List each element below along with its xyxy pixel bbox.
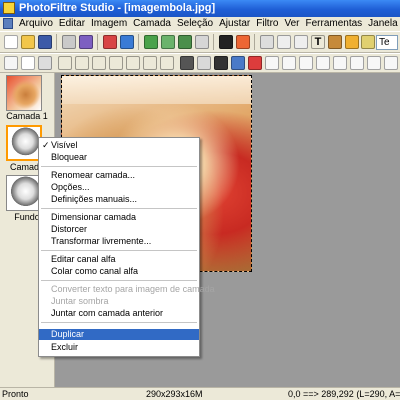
zoom-combo[interactable]: Te bbox=[376, 35, 398, 50]
menu-item-opcoes[interactable]: Opções... bbox=[39, 182, 199, 193]
scanner-icon[interactable] bbox=[79, 35, 93, 49]
copy-icon[interactable] bbox=[260, 35, 274, 49]
document-icon[interactable] bbox=[3, 18, 13, 29]
menu-imagem[interactable]: Imagem bbox=[88, 17, 130, 31]
menu-separator bbox=[41, 166, 197, 167]
menu-separator bbox=[41, 208, 197, 209]
layer-context-menu: ✓ Visível Bloquear Renomear camada... Opç… bbox=[38, 137, 215, 357]
drop-alt-icon[interactable] bbox=[384, 56, 398, 70]
gamma-icon[interactable] bbox=[126, 56, 140, 70]
image-size-readout: 290x293x16M bbox=[146, 389, 203, 399]
contrast-icon[interactable] bbox=[92, 56, 106, 70]
menu-arquivo[interactable]: Arquivo bbox=[16, 17, 56, 31]
invert-icon[interactable] bbox=[197, 56, 211, 70]
menu-ferramentas[interactable]: Ferramentas bbox=[302, 17, 365, 31]
brush-icon[interactable] bbox=[345, 35, 359, 49]
negative-icon[interactable] bbox=[214, 56, 228, 70]
open-folder-icon[interactable] bbox=[21, 35, 35, 49]
redo-icon[interactable] bbox=[120, 35, 134, 49]
menu-item-bloquear[interactable]: Bloquear bbox=[39, 152, 199, 163]
image-size-icon[interactable] bbox=[161, 35, 175, 49]
menu-item-duplicar[interactable]: Duplicar bbox=[39, 329, 199, 340]
menu-separator bbox=[41, 250, 197, 251]
layer-thumbnail-fundo[interactable] bbox=[6, 175, 42, 211]
menu-separator bbox=[41, 280, 197, 281]
status-text: Pronto bbox=[2, 389, 29, 399]
text-tool-icon[interactable]: T bbox=[311, 35, 325, 49]
sepia-icon[interactable] bbox=[231, 56, 245, 70]
layer-thumbnail-camada-1[interactable] bbox=[6, 75, 42, 111]
menu-item-colar-alfa[interactable]: Colar como canal alfa bbox=[39, 266, 199, 277]
image-highlight bbox=[62, 76, 251, 104]
toolbar-separator bbox=[97, 34, 98, 50]
menu-ver[interactable]: Ver bbox=[281, 17, 302, 31]
menu-filtro[interactable]: Filtro bbox=[253, 17, 281, 31]
red-channel-icon[interactable] bbox=[248, 56, 262, 70]
menu-selecao[interactable]: Seleção bbox=[174, 17, 216, 31]
color-icon[interactable] bbox=[236, 35, 250, 49]
menu-item-transformar[interactable]: Transformar livremente... bbox=[39, 236, 199, 247]
menu-item-renomear[interactable]: Renomear camada... bbox=[39, 170, 199, 181]
menu-item-editar-alfa[interactable]: Editar canal alfa bbox=[39, 254, 199, 265]
menu-editar[interactable]: Editar bbox=[56, 17, 88, 31]
layer-label: Camada 1 bbox=[6, 111, 48, 121]
drop-large-icon[interactable] bbox=[350, 56, 364, 70]
brightness-icon[interactable] bbox=[219, 35, 233, 49]
print-icon[interactable] bbox=[62, 35, 76, 49]
canvas-size-icon[interactable] bbox=[178, 35, 192, 49]
paste-icon[interactable] bbox=[277, 35, 291, 49]
crop-icon[interactable] bbox=[195, 35, 209, 49]
stamp-icon[interactable] bbox=[328, 35, 342, 49]
cut-icon[interactable] bbox=[294, 35, 308, 49]
sun-icon[interactable] bbox=[75, 56, 89, 70]
app-icon bbox=[3, 2, 15, 14]
menu-ajustar[interactable]: Ajustar bbox=[216, 17, 253, 31]
lasso-icon[interactable] bbox=[38, 56, 52, 70]
sharpen-icon[interactable] bbox=[282, 56, 296, 70]
new-file-icon[interactable] bbox=[4, 35, 18, 49]
toolbar-separator bbox=[213, 34, 214, 50]
drop-icon[interactable] bbox=[316, 56, 330, 70]
drop-outline-icon[interactable] bbox=[333, 56, 347, 70]
blur-icon[interactable] bbox=[265, 56, 279, 70]
saturation-icon[interactable] bbox=[109, 56, 123, 70]
soften-icon[interactable] bbox=[299, 56, 313, 70]
toolbar-separator bbox=[138, 34, 139, 50]
toolbar-separator bbox=[254, 34, 255, 50]
menu-item-converter-texto: Converter texto para imagem de camada bbox=[51, 284, 215, 294]
filter-toolbar bbox=[0, 53, 400, 73]
check-icon: ✓ bbox=[42, 140, 50, 150]
main-toolbar: T Te bbox=[0, 31, 400, 53]
levels-icon[interactable] bbox=[160, 56, 174, 70]
drop-small-icon[interactable] bbox=[367, 56, 381, 70]
magic-wand-icon[interactable] bbox=[21, 56, 35, 70]
menu-item-dimensionar[interactable]: Dimensionar camada bbox=[39, 212, 199, 223]
move-icon[interactable] bbox=[58, 56, 72, 70]
selection-coords-readout: 0,0 ==> 289,292 (L=290, A=293) bbox=[288, 389, 400, 399]
hue-icon[interactable] bbox=[143, 56, 157, 70]
save-icon[interactable] bbox=[38, 35, 52, 49]
title-bar: PhotoFiltre Studio - [imagembola.jpg] bbox=[0, 0, 400, 17]
menu-item-distorcer[interactable]: Distorcer bbox=[39, 224, 199, 235]
undo-icon[interactable] bbox=[103, 35, 117, 49]
toolbar-separator bbox=[56, 34, 57, 50]
menu-item-juntar-anterior[interactable]: Juntar com camada anterior bbox=[39, 308, 199, 319]
menu-janela[interactable]: Janela bbox=[365, 17, 400, 31]
menu-item-juntar-sombra: Juntar sombra bbox=[51, 296, 109, 306]
settings-icon[interactable] bbox=[361, 35, 375, 49]
window-title: PhotoFiltre Studio - [imagembola.jpg] bbox=[19, 2, 216, 14]
selection-icon[interactable] bbox=[4, 56, 18, 70]
menu-item-definicoes[interactable]: Definições manuais... bbox=[39, 194, 199, 205]
menu-camada[interactable]: Camada bbox=[130, 17, 174, 31]
menu-item-visivel[interactable]: ✓ Visível bbox=[39, 140, 199, 151]
menu-item-excluir[interactable]: Excluir bbox=[39, 342, 199, 353]
layer-thumbnail-camada[interactable] bbox=[6, 125, 42, 161]
menu-bar: Arquivo Editar Imagem Camada Seleção Ajustar F… bbox=[0, 17, 400, 31]
grayscale-icon[interactable] bbox=[180, 56, 194, 70]
status-bar: Pronto 290x293x16M 0,0 ==> 289,292 (L=29… bbox=[0, 387, 400, 400]
menu-separator bbox=[41, 322, 197, 323]
image-icon[interactable] bbox=[144, 35, 158, 49]
